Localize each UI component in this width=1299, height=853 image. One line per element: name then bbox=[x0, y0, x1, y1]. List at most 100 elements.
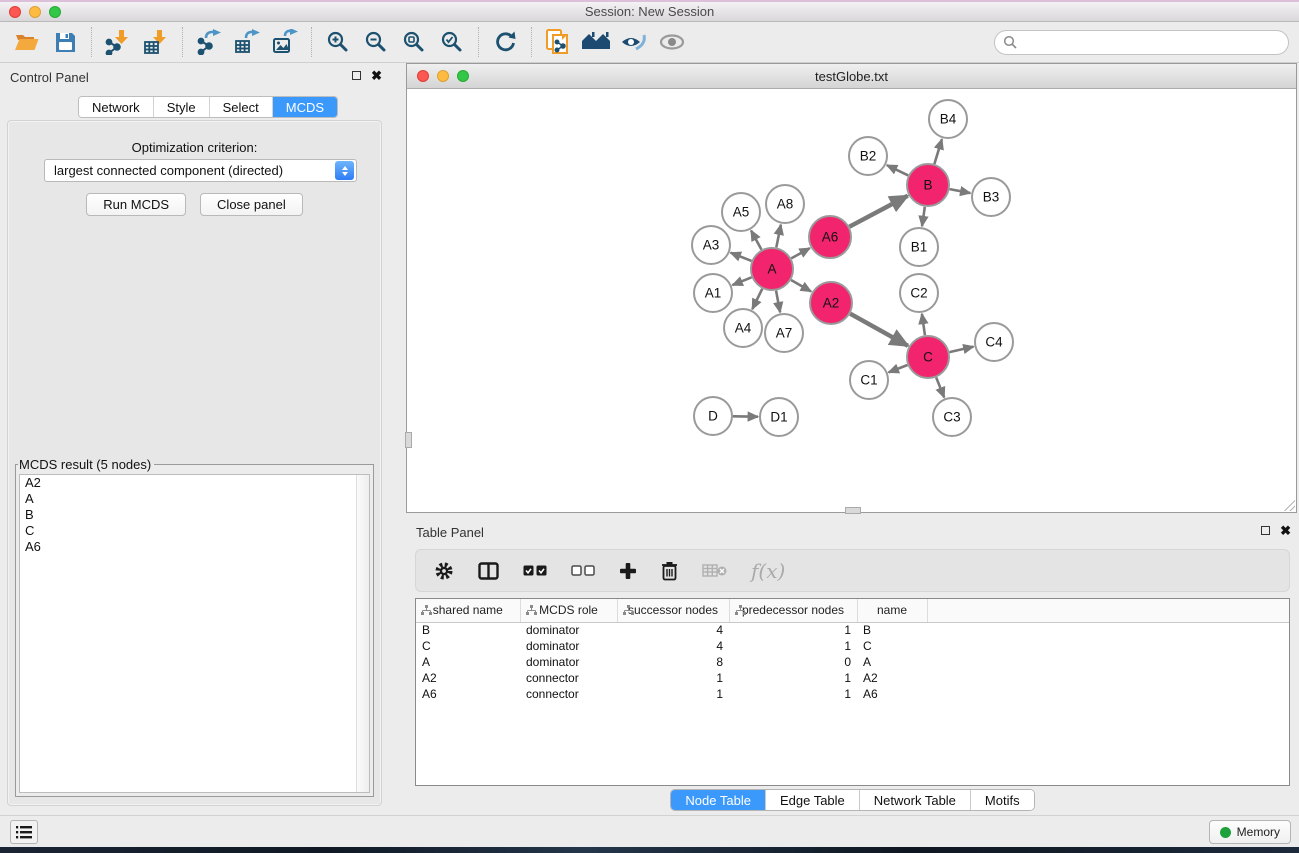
table-row[interactable]: A6connector11A6 bbox=[416, 686, 1289, 702]
graph-edge[interactable] bbox=[934, 139, 942, 164]
result-item[interactable]: B bbox=[20, 507, 369, 523]
toggle-columns-button[interactable] bbox=[478, 562, 499, 580]
table-cell[interactable]: dominator bbox=[520, 654, 617, 670]
zoom-out-button[interactable] bbox=[357, 25, 395, 59]
table-cell[interactable]: C bbox=[857, 638, 927, 654]
zoom-window-button[interactable] bbox=[49, 6, 61, 18]
tab-node-table[interactable]: Node Table bbox=[671, 790, 766, 810]
tab-style[interactable]: Style bbox=[154, 97, 210, 117]
first-neighbors-button[interactable] bbox=[577, 25, 615, 59]
tab-network[interactable]: Network bbox=[79, 97, 154, 117]
open-session-button[interactable] bbox=[8, 25, 46, 59]
zoom-in-button[interactable] bbox=[319, 25, 357, 59]
graph-edge[interactable] bbox=[849, 196, 907, 227]
import-table-button[interactable] bbox=[137, 25, 175, 59]
table-cell[interactable]: 1 bbox=[729, 670, 857, 686]
column-header[interactable]: predecessor nodes bbox=[729, 599, 857, 622]
zoom-fit-button[interactable] bbox=[395, 25, 433, 59]
table-cell[interactable]: B bbox=[857, 622, 927, 638]
table-cell[interactable]: 0 bbox=[729, 654, 857, 670]
table-cell[interactable]: C bbox=[416, 638, 520, 654]
graph-edge[interactable] bbox=[751, 230, 761, 249]
table-cell[interactable]: 1 bbox=[617, 670, 729, 686]
tab-network-table[interactable]: Network Table bbox=[860, 790, 971, 810]
minimize-window-button[interactable] bbox=[29, 6, 41, 18]
unselect-all-button[interactable] bbox=[571, 565, 595, 576]
graph-edge[interactable] bbox=[776, 225, 781, 248]
export-table-button[interactable] bbox=[228, 25, 266, 59]
new-network-from-selection-button[interactable] bbox=[539, 25, 577, 59]
graph-edge[interactable] bbox=[732, 277, 751, 285]
save-session-button[interactable] bbox=[46, 25, 84, 59]
column-header[interactable]: name bbox=[857, 599, 927, 622]
table-cell[interactable]: connector bbox=[520, 670, 617, 686]
table-row[interactable]: Cdominator41C bbox=[416, 638, 1289, 654]
result-scrollbar[interactable] bbox=[356, 475, 369, 792]
export-network-button[interactable] bbox=[190, 25, 228, 59]
close-panel-button-mcds[interactable]: Close panel bbox=[200, 193, 303, 216]
table-cell[interactable]: 4 bbox=[617, 622, 729, 638]
tab-mcds[interactable]: MCDS bbox=[273, 97, 337, 117]
memory-button[interactable]: Memory bbox=[1209, 820, 1291, 844]
result-item[interactable]: A6 bbox=[20, 539, 369, 555]
graph-edge[interactable] bbox=[922, 207, 925, 226]
table-cell[interactable]: A2 bbox=[416, 670, 520, 686]
show-all-button[interactable] bbox=[653, 25, 691, 59]
left-edge-grip[interactable] bbox=[405, 432, 412, 448]
tab-edge-table[interactable]: Edge Table bbox=[766, 790, 860, 810]
function-builder-button[interactable]: f(x) bbox=[751, 559, 785, 583]
graph-edge[interactable] bbox=[936, 377, 944, 397]
select-all-button[interactable] bbox=[523, 565, 547, 576]
table-cell[interactable]: A6 bbox=[857, 686, 927, 702]
result-item[interactable]: A bbox=[20, 491, 369, 507]
table-cell[interactable]: dominator bbox=[520, 622, 617, 638]
close-window-button[interactable] bbox=[9, 6, 21, 18]
hide-selected-button[interactable] bbox=[615, 25, 653, 59]
network-canvas[interactable]: B4B2BB3A8A5A6A3B1AA1C2A2A4A7C4CC1DC3D1 bbox=[407, 89, 1296, 512]
task-history-button[interactable] bbox=[10, 820, 38, 844]
result-item[interactable]: C bbox=[20, 523, 369, 539]
table-cell[interactable]: B bbox=[416, 622, 520, 638]
table-cell[interactable]: connector bbox=[520, 686, 617, 702]
graph-edge[interactable] bbox=[791, 280, 811, 292]
table-cell[interactable]: A bbox=[857, 654, 927, 670]
add-column-button[interactable] bbox=[619, 562, 637, 580]
table-row[interactable]: Adominator80A bbox=[416, 654, 1289, 670]
float-table-panel-button[interactable] bbox=[1261, 526, 1270, 535]
graph-edge[interactable] bbox=[949, 347, 973, 352]
mcds-result-list[interactable]: A2ABCA6 bbox=[19, 474, 370, 793]
table-settings-button[interactable] bbox=[434, 561, 454, 581]
refresh-view-button[interactable] bbox=[486, 25, 524, 59]
graph-edge[interactable] bbox=[752, 289, 762, 309]
tab-motifs[interactable]: Motifs bbox=[971, 790, 1034, 810]
zoom-selected-button[interactable] bbox=[433, 25, 471, 59]
close-panel-button[interactable]: ✖ bbox=[371, 70, 382, 81]
table-cell[interactable]: A6 bbox=[416, 686, 520, 702]
delete-column-button[interactable] bbox=[661, 561, 678, 581]
graph-edge[interactable] bbox=[922, 314, 925, 335]
graph-edge[interactable] bbox=[889, 365, 908, 372]
delete-table-button[interactable] bbox=[702, 563, 727, 578]
table-cell[interactable]: A bbox=[416, 654, 520, 670]
import-network-button[interactable] bbox=[99, 25, 137, 59]
table-cell[interactable]: 1 bbox=[729, 638, 857, 654]
table-row[interactable]: Bdominator41B bbox=[416, 622, 1289, 638]
table-cell[interactable]: 4 bbox=[617, 638, 729, 654]
column-header[interactable]: MCDS role bbox=[520, 599, 617, 622]
criterion-select[interactable]: largest connected component (directed) bbox=[44, 159, 357, 182]
tab-select[interactable]: Select bbox=[210, 97, 273, 117]
graph-edge[interactable] bbox=[791, 248, 810, 258]
float-panel-button[interactable] bbox=[352, 71, 361, 80]
table-cell[interactable]: 1 bbox=[729, 686, 857, 702]
graph-edge[interactable] bbox=[731, 253, 752, 261]
column-header[interactable]: shared name bbox=[416, 599, 520, 622]
graph-edge[interactable] bbox=[850, 314, 908, 346]
export-image-button[interactable] bbox=[266, 25, 304, 59]
graph-edge[interactable] bbox=[776, 291, 780, 313]
graph-edge[interactable] bbox=[887, 165, 908, 175]
result-item[interactable]: A2 bbox=[20, 475, 369, 491]
graph-edge[interactable] bbox=[950, 189, 971, 193]
network-graph[interactable]: B4B2BB3A8A5A6A3B1AA1C2A2A4A7C4CC1DC3D1 bbox=[407, 89, 1296, 512]
table-cell[interactable]: dominator bbox=[520, 638, 617, 654]
search-input[interactable] bbox=[994, 30, 1289, 55]
